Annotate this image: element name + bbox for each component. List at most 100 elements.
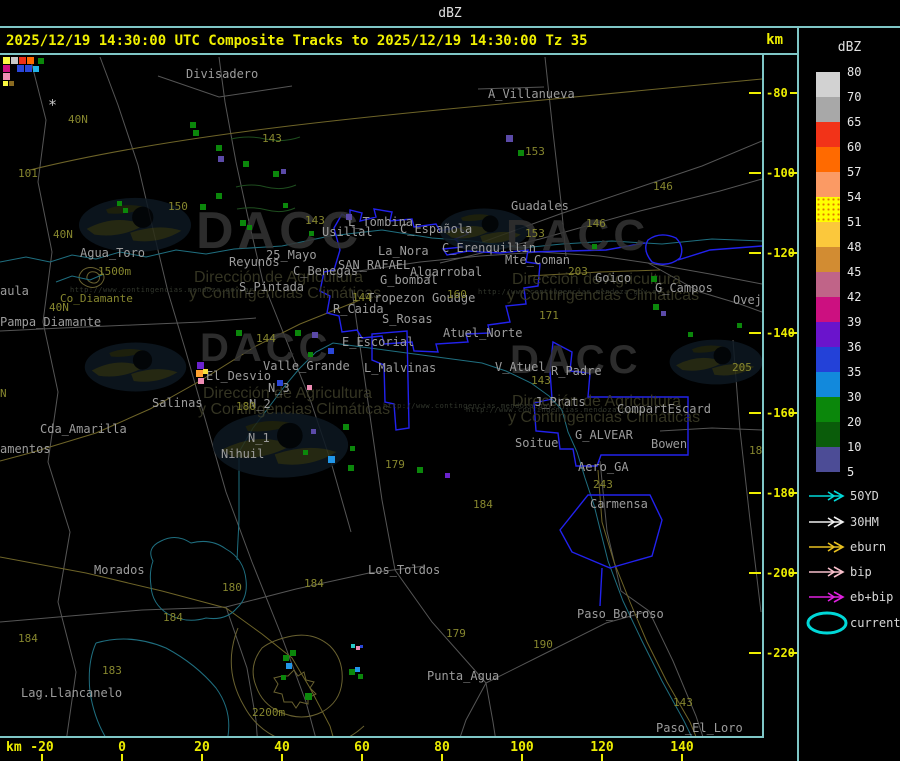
radar-echo-pixel	[445, 473, 450, 478]
legend-label: 50YD	[850, 489, 879, 503]
map-place-label: C_Española	[400, 222, 473, 236]
legend-arrow-icon	[809, 490, 845, 502]
map-place-label: Oveje	[733, 293, 762, 307]
map-place-label: Guadales	[511, 199, 569, 213]
radar-echo-pixel	[281, 675, 286, 680]
radar-echo-pixel	[193, 130, 199, 136]
corner-palette-pixel	[27, 57, 34, 64]
bottom-axis-tick	[41, 754, 43, 761]
corner-palette-pixel	[3, 73, 10, 80]
bottom-axis-tick	[441, 754, 443, 761]
corner-palette-pixel	[25, 65, 32, 72]
dbz-band-30	[816, 397, 840, 422]
dbz-band-10	[816, 447, 840, 472]
map-place-label: Soitue	[515, 436, 559, 450]
radar-echo-pixel	[286, 663, 292, 669]
radar-echo-pixel	[653, 304, 659, 310]
map-place-label: G_Campos	[655, 281, 713, 295]
radar-echo-pixel	[328, 456, 335, 463]
radar-echo-pixel	[236, 330, 242, 336]
dbz-band-label: 70	[847, 90, 862, 104]
dbz-band-label: 57	[847, 165, 862, 179]
radar-echo-pixel	[117, 201, 122, 206]
bottom-axis-tick-label: 0	[118, 740, 126, 755]
map-place-label: Salinas	[152, 396, 203, 410]
map-place-label: Cda_Amarilla	[40, 422, 127, 436]
radar-map[interactable]: DACC Dirección de Agricultura y Contingenc…	[0, 55, 764, 738]
map-place-label: G_ALVEAR	[575, 428, 633, 442]
map-place-label: Paso_Borroso	[577, 607, 664, 621]
legend-ellipse-icon	[806, 611, 848, 635]
map-road-label: 184	[18, 632, 38, 645]
dbz-band-80	[816, 72, 840, 97]
legend-item-current: current	[799, 611, 900, 647]
map-place-label: Usillal	[322, 225, 373, 239]
radar-echo-pixel	[123, 208, 128, 213]
dbz-band-39	[816, 322, 840, 347]
map-place-label: aula	[0, 284, 29, 298]
dbz-band-label: 35	[847, 365, 862, 379]
radar-echo-pixel	[308, 352, 313, 357]
radar-echo-pixel	[216, 193, 222, 199]
bottom-axis-tick-label: 40	[274, 740, 290, 755]
radar-echo-pixel	[309, 231, 314, 236]
bottom-axis-tick-label: 80	[434, 740, 450, 755]
map-road-label: 184	[473, 498, 493, 511]
right-axis-tick-label: -80	[766, 86, 788, 100]
map-place-label: L_Malvinas	[364, 361, 437, 375]
dbz-band-42	[816, 297, 840, 322]
dbz-band-label: 54	[847, 190, 862, 204]
radar-echo-pixel	[346, 214, 352, 220]
map-place-label: Aero_GA	[578, 460, 629, 474]
bottom-axis-tick-label: -20	[30, 740, 54, 755]
map-road-label: 180	[236, 400, 256, 413]
dbz-band-70	[816, 97, 840, 122]
radar-echo-pixel	[358, 674, 363, 679]
radar-echo-pixel	[283, 203, 288, 208]
legend-arrow-icon	[809, 541, 845, 553]
dbz-band-35	[816, 372, 840, 397]
radar-echo-pixel	[651, 276, 657, 282]
map-place-label: La_Nora	[378, 244, 429, 258]
map-place-label: 25_Mayo	[266, 248, 317, 262]
dbz-band-54	[816, 197, 840, 222]
map-place-label: Los_Toldos	[368, 563, 441, 577]
bottom-axis-tick	[681, 754, 683, 761]
map-place-label: amentos	[0, 442, 51, 456]
bottom-axis-tick-label: 20	[194, 740, 210, 755]
map-road-label: 40N	[68, 113, 88, 126]
map-place-label: Divisadero	[186, 67, 259, 81]
radar-echo-pixel	[305, 693, 312, 700]
dbz-band-label: 5	[847, 465, 855, 479]
map-road-label: 203	[568, 265, 588, 278]
map-geometry	[0, 56, 762, 736]
map-place-label: E_Escorial	[342, 335, 415, 349]
radar-echo-pixel	[592, 244, 597, 249]
map-road-label: 144	[256, 332, 276, 345]
map-road-label: N	[0, 387, 7, 400]
legend-arrow-icon	[809, 516, 845, 528]
map-place-label: Pampa_Diamante	[0, 315, 102, 329]
bottom-axis-tick	[601, 754, 603, 761]
bottom-axis-tick-label: 140	[670, 740, 694, 755]
corner-palette-pixel	[33, 66, 39, 72]
radar-echo-pixel	[243, 161, 249, 167]
page-title: dBZ	[438, 5, 462, 21]
map-road-label: 180	[749, 444, 763, 457]
map-road-label: 190	[533, 638, 553, 651]
bottom-axis-tick	[521, 754, 523, 761]
channel-lines	[230, 136, 301, 213]
map-road-label: 101	[18, 167, 38, 180]
radar-echo-pixel	[417, 467, 423, 473]
radar-echo-pixel	[506, 135, 513, 142]
dbz-band-label: 36	[847, 340, 862, 354]
dbz-band-48	[816, 247, 840, 272]
colorscale-title: dBZ	[837, 40, 862, 55]
radar-echo-pixel	[198, 378, 204, 384]
radar-echo-pixel	[200, 204, 206, 210]
radar-echo-pixel	[295, 330, 301, 336]
map-place-label: C_Benegas	[293, 264, 359, 278]
corner-palette-pixel	[3, 65, 10, 72]
map-place-label: R_Caida	[333, 302, 384, 316]
radar-echo-pixel	[197, 362, 204, 369]
